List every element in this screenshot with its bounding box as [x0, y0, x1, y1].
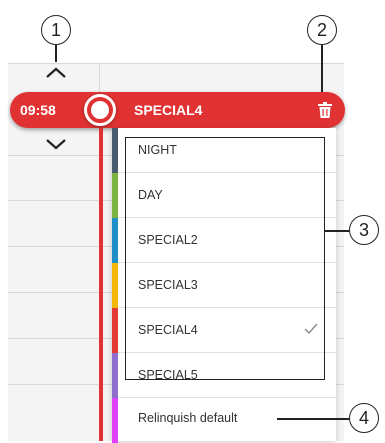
relinquish-default-label: Relinquish default: [138, 411, 238, 425]
callout-number: 1: [50, 19, 61, 40]
callout-3-leader: [325, 230, 349, 232]
current-time-line: [99, 128, 103, 441]
color-stripe: [112, 128, 118, 173]
color-stripe: [112, 218, 118, 263]
mode-title: SPECIAL4: [134, 102, 203, 118]
options-highlight: [125, 137, 325, 380]
color-stripe: [112, 308, 118, 353]
trash-icon[interactable]: [318, 102, 332, 118]
chevron-down-icon[interactable]: [45, 138, 67, 150]
callout-1: 1: [41, 15, 71, 45]
time-label: 09:58: [20, 102, 56, 118]
time-handle[interactable]: [84, 94, 116, 126]
callout-2: 2: [307, 15, 337, 45]
callout-number: 3: [358, 219, 369, 240]
callout-4: 4: [349, 403, 379, 433]
callout-number: 4: [358, 407, 369, 428]
color-stripe: [112, 398, 118, 443]
callout-2-leader: [321, 45, 323, 92]
callout-3: 3: [349, 215, 379, 245]
callout-number: 2: [316, 19, 327, 40]
color-stripe: [112, 263, 118, 308]
grid-line: [8, 63, 344, 64]
callout-1-leader: [55, 45, 57, 62]
color-stripe: [112, 173, 118, 218]
callout-4-leader: [277, 418, 349, 420]
chevron-up-icon[interactable]: [45, 67, 67, 79]
color-stripe: [112, 353, 118, 398]
